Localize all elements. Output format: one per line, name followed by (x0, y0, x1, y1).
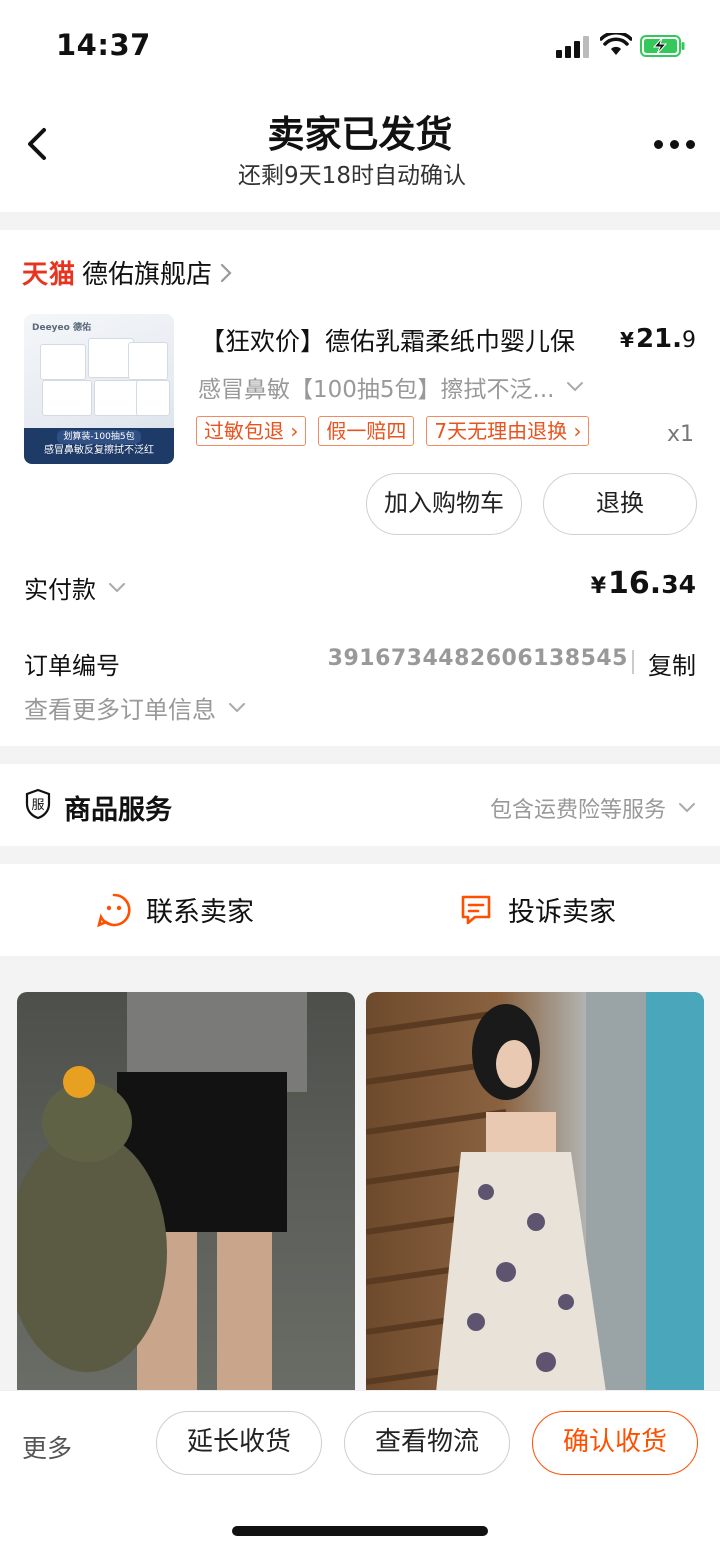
battery-icon (640, 35, 685, 57)
extend-receipt-button[interactable]: 延长收货 (156, 1411, 322, 1475)
store-name: 德佑旗舰店 (82, 260, 213, 290)
tag-allergy-return[interactable]: 过敏包退 › (196, 416, 307, 446)
product-quantity: x1 (666, 422, 694, 447)
product-title[interactable]: 【狂欢价】德佑乳霜柔纸巾婴儿保 (200, 322, 610, 358)
order-number-label: 订单编号 (24, 652, 120, 680)
divider (632, 650, 634, 674)
product-image-banner: 划算装-100抽5包 感冒鼻敏反复擦拭不泛红 (24, 428, 174, 464)
product-service-row[interactable]: 服 商品服务 包含运费险等服务 (0, 764, 720, 846)
product-spec[interactable]: 感冒鼻敏【100抽5包】擦拭不泛... (198, 370, 584, 404)
service-shield-icon: 服 (25, 788, 51, 820)
page-title: 卖家已发货 (267, 113, 453, 156)
product-photo-shorts (17, 992, 307, 1392)
home-indicator[interactable] (232, 1526, 488, 1536)
recommendation-card-dress[interactable] (366, 992, 704, 1392)
svg-text:服: 服 (31, 798, 44, 813)
tag-7day-return[interactable]: 7天无理由退换 › (426, 416, 590, 446)
status-bar: 14:37 (0, 0, 720, 92)
order-number: 3916734482606138545 (327, 646, 628, 671)
nav-header: 卖家已发货 还剩9天18时自动确认 (0, 92, 720, 212)
service-tags: 过敏包退 › 假一赔四 7天无理由退换 › (196, 416, 590, 446)
signal-icon (556, 36, 590, 58)
copy-order-number-button[interactable]: 复制 (648, 646, 696, 681)
more-options-icon[interactable] (650, 132, 698, 156)
paid-amount: ¥16.34 (590, 566, 696, 601)
product-price: ¥21.9 (620, 324, 696, 354)
add-to-cart-button[interactable]: 加入购物车 (366, 473, 522, 535)
complain-seller-button[interactable]: 投诉卖家 (458, 890, 616, 929)
confirm-receipt-button[interactable]: 确认收货 (532, 1411, 698, 1475)
order-card: 天猫 德佑旗舰店 Deeyeo 德佑 划算装-100抽5包 感冒鼻敏反复擦拭不泛… (0, 230, 720, 746)
contact-row: 联系卖家 投诉卖家 (0, 864, 720, 956)
tmall-logo: 天猫 (22, 260, 77, 290)
chat-face-icon (97, 893, 131, 927)
chevron-down-icon (567, 382, 584, 392)
chevron-down-icon (679, 803, 695, 813)
chevron-right-icon (220, 263, 232, 282)
tag-fake-compensation: 假一赔四 (318, 416, 415, 446)
wifi-icon (600, 33, 632, 55)
view-logistics-button[interactable]: 查看物流 (344, 1411, 510, 1475)
more-actions-button[interactable]: 更多 (22, 1429, 72, 1465)
product-image[interactable]: Deeyeo 德佑 划算装-100抽5包 感冒鼻敏反复擦拭不泛红 (24, 314, 174, 464)
complaint-bubble-icon (461, 895, 491, 924)
product-image-brand: Deeyeo 德佑 (32, 323, 91, 333)
return-exchange-button[interactable]: 退换 (543, 473, 697, 535)
chevron-down-icon (229, 702, 245, 712)
status-time: 14:37 (56, 28, 151, 62)
product-photo-dress (366, 992, 704, 1392)
contact-seller-button[interactable]: 联系卖家 (96, 890, 254, 929)
auto-confirm-countdown: 还剩9天18时自动确认 (238, 163, 466, 189)
store-link[interactable]: 天猫 德佑旗舰店 (22, 254, 232, 291)
recommendation-card-shorts[interactable] (17, 992, 355, 1392)
chevron-down-icon (109, 582, 125, 592)
more-order-info-toggle[interactable]: 查看更多订单信息 (24, 690, 246, 725)
service-desc: 包含运费险等服务 (490, 792, 696, 824)
paid-amount-toggle[interactable]: 实付款 (24, 570, 126, 605)
service-title: 商品服务 (64, 795, 172, 826)
